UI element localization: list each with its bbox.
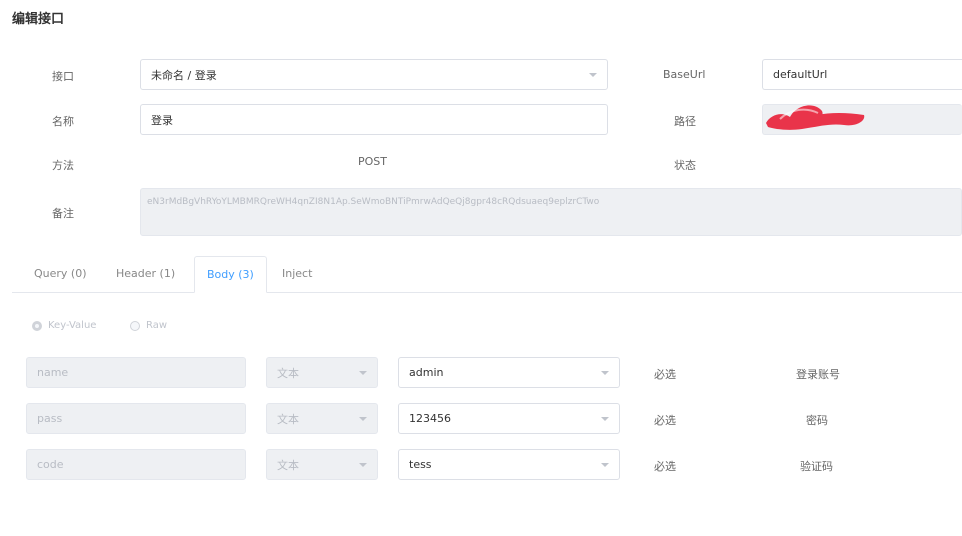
chevron-down-icon — [359, 462, 367, 467]
param-key-input[interactable]: name — [26, 357, 246, 388]
chevron-down-icon — [359, 416, 367, 421]
remark-label: 备注 — [52, 207, 74, 220]
method-value[interactable]: POST — [358, 155, 387, 168]
param-type: 文本 — [277, 458, 299, 472]
radio-raw[interactable]: Raw — [130, 320, 167, 331]
param-type-select[interactable]: 文本 — [266, 357, 378, 388]
radio-unchecked-icon — [130, 320, 140, 331]
method-label: 方法 — [52, 159, 74, 172]
param-key: name — [37, 366, 69, 379]
interface-select[interactable]: 未命名 / 登录 — [140, 59, 608, 90]
param-type: 文本 — [277, 412, 299, 426]
baseurl-label: BaseUrl — [663, 68, 706, 81]
param-key: pass — [37, 412, 63, 425]
chevron-down-icon — [601, 370, 609, 375]
interface-label: 接口 — [52, 70, 74, 83]
param-key: code — [37, 458, 64, 471]
chevron-down-icon — [601, 416, 609, 421]
param-desc[interactable]: 登录账号 — [796, 366, 840, 382]
radio-raw-label: Raw — [146, 320, 168, 331]
tab-header[interactable]: Header (1) — [104, 256, 187, 292]
remark-textarea[interactable]: eN3rMdBgVhRYoYLMBMRQreWH4qnZI8N1Ap.SeWmo… — [140, 188, 962, 236]
chevron-down-icon — [359, 370, 367, 375]
param-value-select[interactable]: 123456 — [398, 403, 620, 434]
radio-key-value[interactable]: Key-Value — [32, 320, 96, 331]
baseurl-input-value: defaultUrl — [773, 68, 828, 81]
tab-bar: Query (0) Header (1) Body (3) Inject — [12, 256, 962, 293]
baseurl-input[interactable]: defaultUrl — [762, 59, 962, 90]
chevron-down-icon — [589, 72, 597, 77]
param-desc[interactable]: 验证码 — [800, 458, 833, 474]
radio-key-value-label: Key-Value — [48, 320, 97, 331]
param-required[interactable]: 必选 — [654, 458, 676, 474]
redaction-scribble — [766, 105, 865, 130]
param-value: tess — [409, 458, 432, 471]
param-value: 123456 — [409, 412, 451, 425]
page-title: 编辑接口 — [12, 12, 65, 27]
remark-text: eN3rMdBgVhRYoYLMBMRQreWH4qnZI8N1Ap.SeWmo… — [147, 197, 600, 207]
param-key-input[interactable]: code — [26, 449, 246, 480]
name-input-value: 登录 — [151, 113, 173, 127]
path-label: 路径 — [674, 115, 696, 128]
name-label: 名称 — [52, 115, 74, 128]
tab-query[interactable]: Query (0) — [22, 256, 99, 292]
interface-select-value: 未命名 / 登录 — [151, 68, 217, 82]
param-key-input[interactable]: pass — [26, 403, 246, 434]
param-type: 文本 — [277, 366, 299, 380]
param-required[interactable]: 必选 — [654, 366, 676, 382]
param-required[interactable]: 必选 — [654, 412, 676, 428]
param-value-select[interactable]: tess — [398, 449, 620, 480]
chevron-down-icon — [601, 462, 609, 467]
status-label: 状态 — [674, 159, 696, 172]
tab-body[interactable]: Body (3) — [194, 256, 267, 293]
radio-checked-icon — [32, 320, 42, 331]
param-type-select[interactable]: 文本 — [266, 449, 378, 480]
param-value-select[interactable]: admin — [398, 357, 620, 388]
param-value: admin — [409, 366, 444, 379]
param-type-select[interactable]: 文本 — [266, 403, 378, 434]
tab-inject[interactable]: Inject — [270, 256, 324, 292]
param-desc[interactable]: 密码 — [806, 412, 828, 428]
name-input[interactable]: 登录 — [140, 104, 608, 135]
